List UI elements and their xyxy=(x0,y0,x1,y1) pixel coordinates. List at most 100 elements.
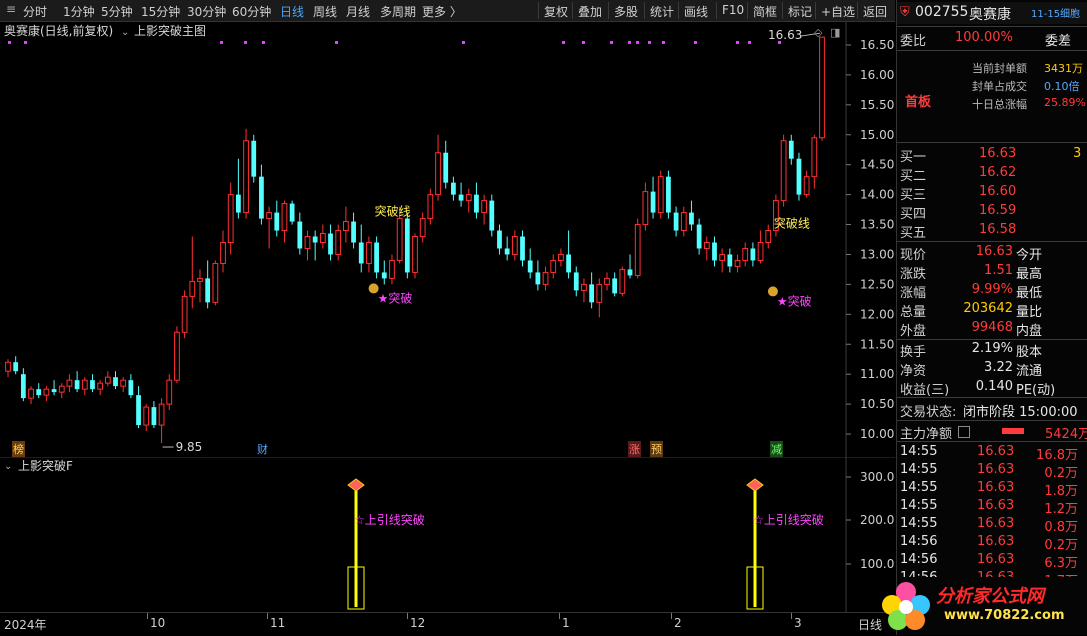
sub-dropdown-icon[interactable]: ⌄ xyxy=(4,461,12,472)
event-marker-4[interactable]: 减 xyxy=(770,441,783,457)
signal-dot xyxy=(335,41,338,44)
event-marker-0[interactable]: 榜 xyxy=(12,441,25,457)
toolbar-action-1[interactable]: 叠加 xyxy=(578,3,602,20)
candle-body-up xyxy=(742,247,749,261)
candle-body-up xyxy=(335,230,342,255)
toolbar-separator xyxy=(644,2,645,19)
candle-body-up xyxy=(43,388,50,396)
toolbar-action-0[interactable]: 复权 xyxy=(544,3,568,20)
period-tab-5[interactable]: 60分钟 xyxy=(232,3,271,20)
bid-price: 16.63 xyxy=(979,146,1017,161)
period-tab-7[interactable]: 周线 xyxy=(313,3,337,20)
panel-toggle-icon[interactable]: ◨ xyxy=(830,26,840,39)
candle-body-down xyxy=(458,194,464,201)
period-tab-2[interactable]: 5分钟 xyxy=(101,3,133,20)
period-tab-10[interactable]: 更多 〉 xyxy=(422,3,462,20)
candle-body-up xyxy=(511,236,518,255)
candle-body-up xyxy=(719,253,726,261)
menu-icon[interactable]: ≡ xyxy=(6,2,16,16)
concept-tag[interactable]: 11-15细胞 xyxy=(1031,5,1087,20)
time-tick xyxy=(147,613,148,619)
signal-dot xyxy=(694,41,697,44)
period-tab-9[interactable]: 多周期 xyxy=(380,3,416,20)
toolbar-action-5[interactable]: F10 xyxy=(722,3,744,17)
candle-body-up xyxy=(81,379,88,390)
stat-row: 总量 203642 量比 xyxy=(897,300,1087,320)
signal-dot xyxy=(462,41,465,44)
toolbar-action-3[interactable]: 统计 xyxy=(650,3,674,20)
bid-row[interactable]: 买五 16.58 xyxy=(897,221,1087,241)
bid-row[interactable]: 买三 16.60 xyxy=(897,183,1087,203)
toolbar-action-6[interactable]: 简框 xyxy=(753,3,777,20)
price-label: 10.50 xyxy=(860,397,894,411)
event-marker-3[interactable]: 预 xyxy=(650,441,663,457)
flower-logo-icon xyxy=(882,582,930,630)
candle-body-up xyxy=(104,376,111,384)
candle-body-down xyxy=(36,389,42,396)
table-icon[interactable] xyxy=(958,426,970,438)
price-label: 11.00 xyxy=(860,367,894,381)
candle-body-down xyxy=(381,272,387,279)
period-tab-6[interactable]: 日线 xyxy=(280,3,304,20)
candle-body-up xyxy=(550,259,557,273)
signal-dot xyxy=(636,41,639,44)
candle-body-up xyxy=(166,379,173,405)
tick-row: 14:55 16.63 16.8万 xyxy=(897,443,1087,463)
period-tab-3[interactable]: 15分钟 xyxy=(141,3,180,20)
period-tab-8[interactable]: 月线 xyxy=(346,3,370,20)
time-label-6: 3 xyxy=(794,616,802,630)
candle-body-up xyxy=(734,259,741,267)
period-tab-1[interactable]: 1分钟 xyxy=(63,3,95,20)
candle-body-down xyxy=(627,269,633,276)
formula-dropdown-icon[interactable]: ⌄ xyxy=(121,27,129,38)
candle-body-up xyxy=(281,203,288,232)
toolbar-action-4[interactable]: 画线 xyxy=(684,3,708,20)
toolbar-action-9[interactable]: 返回 xyxy=(863,3,887,20)
candle-body-down xyxy=(404,218,410,273)
time-tick xyxy=(791,613,792,619)
shield-icon: ⛨ xyxy=(900,5,910,20)
tick-row: 14:55 16.63 1.8万 xyxy=(897,479,1087,499)
candle-body-down xyxy=(666,176,671,213)
toolbar-action-2[interactable]: 多股 xyxy=(614,3,638,20)
toolbar-action-7[interactable]: 标记 xyxy=(788,3,812,20)
bid-book: 买一 16.63 3 买二 16.62 买三 16.60 买四 16.59 买五 16.58 xyxy=(897,145,1087,241)
tick-row: 14:56 16.63 6.3万 xyxy=(897,551,1087,571)
toolbar-action-8[interactable]: +自选 xyxy=(821,3,855,20)
candle-body-down xyxy=(312,236,318,243)
candle-body-up xyxy=(634,224,641,276)
stock-name: 奥赛康 xyxy=(969,7,1011,23)
time-label-4: 1 xyxy=(562,616,570,630)
candle-body-up xyxy=(227,194,234,243)
sub-title: 上影突破F xyxy=(18,458,73,473)
bid-row[interactable]: 买四 16.59 xyxy=(897,202,1087,222)
main-kline-chart[interactable]: 奥赛康(日线,前复权) 上影突破主图 ⌄ 16.50 16.00 15.50 15.0… xyxy=(0,22,895,457)
price-label: 12.50 xyxy=(860,277,894,291)
candle-body-down xyxy=(358,242,364,264)
main-flow-row: 主力净额 5424万 xyxy=(900,426,1087,442)
time-tick xyxy=(407,613,408,619)
candle-body-down xyxy=(128,380,134,396)
bid-row[interactable]: 买一 16.63 3 xyxy=(897,145,1087,165)
candle-body-down xyxy=(589,284,595,303)
tick-row: 14:5616.631.7万 xyxy=(897,569,1087,577)
tick-list[interactable]: 14:55 16.63 16.8万 14:55 16.63 0.2万 14:55 16.63 1… xyxy=(897,443,1087,577)
stock-header: ⛨ 002755 奥赛康 11-15细胞 xyxy=(897,2,1087,24)
candle-body-down xyxy=(259,176,264,219)
expand-icon[interactable]: ◇ xyxy=(814,26,823,39)
candle-body-down xyxy=(689,212,694,225)
period-tab-4[interactable]: 30分钟 xyxy=(187,3,226,20)
candle-body-up xyxy=(243,140,249,214)
bid-price: 16.59 xyxy=(979,203,1017,218)
event-marker-1[interactable]: 财 xyxy=(256,441,269,457)
price-label: 15.50 xyxy=(860,98,894,112)
sub-indicator-chart[interactable]: ⌄ 上影突破F 300.0 200.0 100.0 ☆上引线突破 ☆上引线突破 xyxy=(0,457,895,612)
period-tab-0[interactable]: 分时 xyxy=(23,3,47,20)
event-marker-2[interactable]: 涨 xyxy=(628,441,641,457)
candle-body-down xyxy=(504,248,510,255)
high-price-label: 16.63 xyxy=(768,28,802,42)
weibi-value: 100.00% xyxy=(955,30,1013,45)
bid-row[interactable]: 买二 16.62 xyxy=(897,164,1087,184)
event-marker-strip: 榜 财 涨预 减 xyxy=(0,441,846,457)
stat-value: 99468 xyxy=(971,320,1013,335)
